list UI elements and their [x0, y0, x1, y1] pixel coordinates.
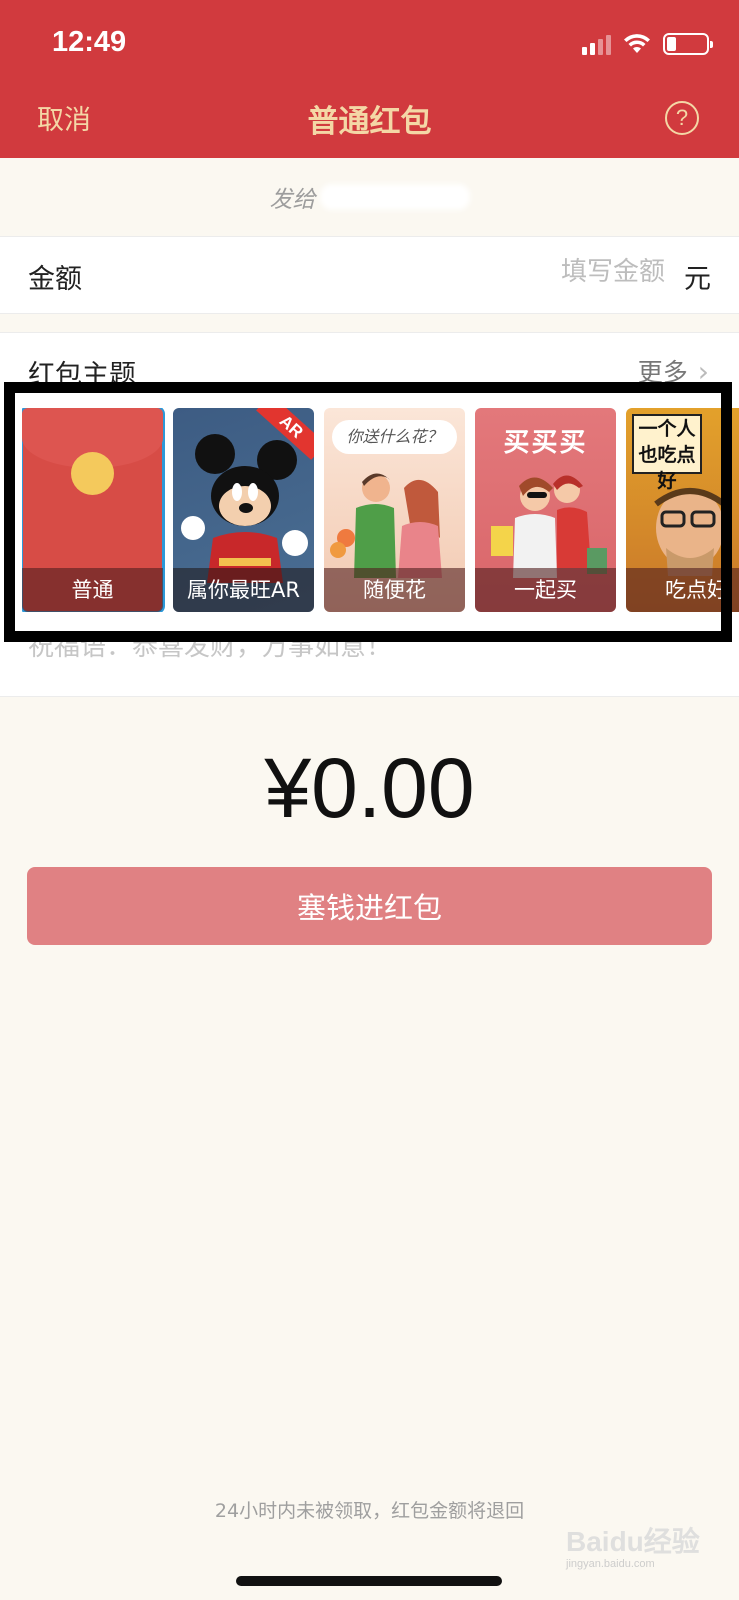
watermark-domain: jingyan.baidu.com — [566, 1558, 655, 1570]
total-amount: ¥0.00 — [264, 741, 475, 835]
amount-label: 金额 — [28, 264, 82, 295]
recipient-label: 发给 — [269, 187, 316, 213]
recipient-name-redacted — [319, 184, 470, 210]
amount-input[interactable] — [485, 257, 665, 287]
submit-button[interactable]: 塞钱进红包 — [27, 867, 712, 945]
amount-row[interactable]: 金额 元 — [0, 236, 739, 314]
annotation-highlight-box — [4, 382, 732, 642]
signal-icon — [582, 33, 611, 55]
header-bar: 12:49 取消 普通红包 ? — [0, 0, 739, 158]
wifi-icon — [624, 34, 650, 53]
recipient-row: 发给 — [0, 158, 739, 236]
question-circle-icon[interactable]: ? — [665, 101, 699, 135]
status-time: 12:49 — [52, 26, 127, 58]
refund-note: 24小时内未被领取，红包金额将退回 — [214, 1500, 525, 1522]
watermark-logo: Baidu经验 jingyan.baidu.com — [566, 1520, 700, 1570]
home-indicator[interactable] — [236, 1576, 502, 1586]
status-icons — [582, 30, 713, 58]
watermark-brand: Baidu经验 — [566, 1526, 700, 1557]
amount-unit: 元 — [684, 264, 711, 295]
page-title: 普通红包 — [307, 104, 432, 140]
battery-icon — [663, 33, 713, 55]
